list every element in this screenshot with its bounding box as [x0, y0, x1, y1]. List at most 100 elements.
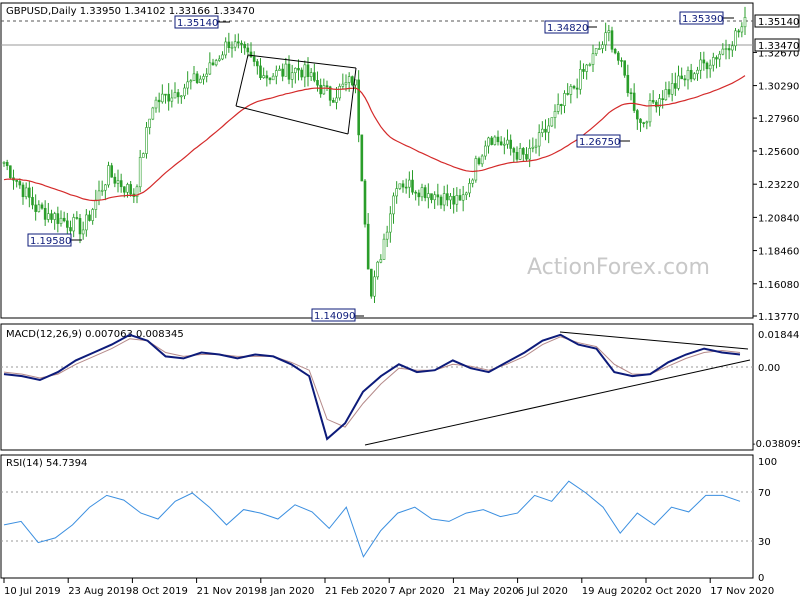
candle-body	[591, 53, 595, 65]
rsi-tick-30: 30	[758, 537, 771, 548]
candle-body	[341, 83, 345, 87]
price-tick-label: 1.13770	[758, 312, 799, 323]
candle-body	[240, 42, 243, 45]
candle-body	[138, 157, 142, 188]
candle-body	[262, 75, 265, 79]
candle-body	[740, 26, 744, 33]
svg-text:1.35140: 1.35140	[758, 17, 799, 28]
candle-body	[598, 48, 601, 50]
candle-body	[148, 118, 151, 128]
candle-body	[620, 60, 623, 62]
svg-text:1.19580: 1.19580	[30, 236, 71, 247]
candle-body	[9, 165, 12, 179]
candle-body	[693, 73, 696, 80]
candle-body	[297, 67, 300, 71]
candle-body	[379, 259, 383, 263]
candle-body	[319, 84, 322, 95]
candle-body	[205, 73, 208, 77]
candle-body	[721, 48, 725, 55]
candle-body	[126, 184, 129, 193]
candle-body	[243, 43, 246, 49]
candle-body	[582, 69, 585, 72]
candle-body	[167, 93, 170, 102]
candle-body	[218, 58, 221, 61]
candle-body	[31, 197, 34, 206]
candle-body	[56, 213, 60, 224]
candle-body	[525, 154, 528, 160]
candle-body	[113, 176, 117, 184]
candle-body	[699, 59, 702, 71]
candle-body	[664, 89, 668, 101]
x-tick-label: 8 Oct 2019	[132, 586, 187, 597]
candle-body	[613, 48, 617, 54]
candle-body	[69, 227, 72, 232]
candle-body	[5, 162, 9, 167]
candle-body	[705, 62, 709, 70]
candle-body	[566, 93, 569, 95]
candle-body	[300, 69, 303, 78]
candle-body	[303, 64, 307, 78]
candle-body	[347, 76, 351, 83]
candle-body	[382, 238, 386, 260]
candle-body	[151, 107, 155, 120]
candle-body	[62, 217, 66, 222]
rsi-tick-70: 70	[758, 488, 771, 499]
candle-body	[417, 192, 421, 198]
candle-body	[493, 136, 497, 145]
candle-body	[2, 162, 6, 164]
candle-body	[116, 180, 120, 184]
candle-body	[563, 93, 566, 107]
candle-body	[233, 41, 237, 48]
macd-tick-top: 0.018442	[758, 330, 800, 341]
candle-body	[376, 261, 379, 278]
candle-body	[332, 99, 335, 103]
candle-body	[496, 136, 500, 143]
candle-body	[40, 204, 44, 209]
price-tick-label: 1.16080	[758, 280, 799, 291]
svg-text:1.33470: 1.33470	[758, 41, 799, 52]
candle-body	[75, 217, 79, 219]
candle-body	[572, 86, 576, 89]
candle-body	[455, 195, 459, 205]
candle-body	[522, 148, 525, 155]
candle-body	[338, 86, 341, 99]
candle-body	[224, 41, 227, 56]
candle-body	[351, 76, 354, 86]
candle-body	[715, 57, 718, 60]
candle-body	[186, 81, 189, 89]
candle-body	[477, 158, 481, 165]
rsi-tick-100: 100	[758, 457, 777, 468]
x-tick-label: 6 Jul 2020	[518, 586, 568, 597]
candle-body	[734, 30, 737, 47]
candle-body	[452, 195, 455, 205]
candle-body	[724, 48, 728, 50]
candle-body	[104, 184, 107, 191]
candle-body	[442, 193, 446, 206]
candle-body	[727, 48, 731, 51]
price-tick-label: 1.25600	[758, 147, 799, 158]
candle-body	[509, 139, 512, 149]
candle-body	[439, 196, 443, 206]
candle-body	[474, 158, 478, 181]
svg-text:1.26750: 1.26750	[579, 137, 620, 148]
candle-body	[670, 83, 674, 95]
candle-body	[360, 134, 364, 182]
candle-body	[461, 194, 465, 201]
candle-body	[161, 93, 164, 103]
candle-body	[183, 87, 186, 97]
x-tick-label: 2 Oct 2020	[646, 586, 701, 597]
candle-body	[145, 127, 148, 154]
candle-body	[480, 155, 484, 165]
candle-body	[170, 97, 174, 102]
candle-body	[142, 153, 145, 158]
candle-body	[290, 72, 294, 80]
candle-body	[537, 132, 541, 147]
candle-body	[607, 30, 611, 34]
candle-body	[294, 67, 297, 74]
candle-body	[256, 61, 259, 67]
candle-body	[531, 146, 535, 149]
candle-body	[594, 48, 598, 55]
candle-body	[154, 99, 158, 109]
candle-body	[59, 217, 63, 224]
candle-body	[357, 79, 360, 136]
